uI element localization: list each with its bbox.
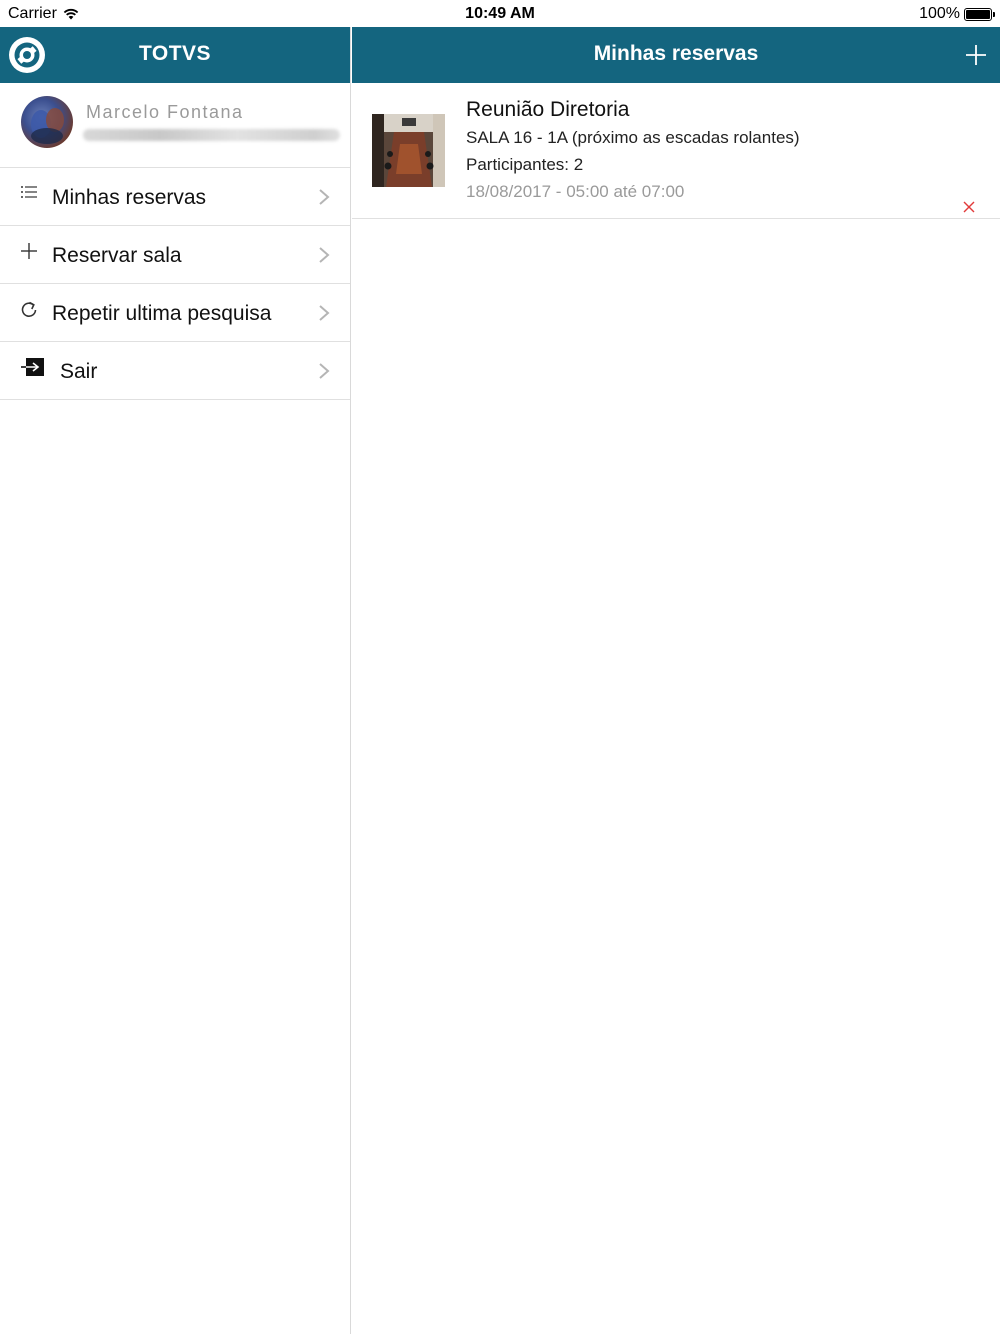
content-header: Minhas reservas (352, 27, 1000, 83)
reservation-title: Reunião Diretoria (466, 98, 630, 121)
status-bar: Carrier 10:49 AM 100% (0, 0, 1000, 27)
reservation-participants: Participantes: 2 (466, 155, 584, 174)
battery-percentage: 100% (919, 5, 960, 22)
refresh-icon (21, 301, 37, 317)
chevron-right-icon (319, 247, 330, 263)
menu-item-reservar-sala[interactable]: Reservar sala (0, 226, 350, 284)
chevron-right-icon (319, 363, 330, 379)
add-reservation-button[interactable] (964, 43, 988, 67)
reservation-datetime: 18/08/2017 - 05:00 até 07:00 (466, 182, 685, 201)
menu-item-label: Minhas reservas (52, 186, 207, 209)
menu-item-label: Reservar sala (52, 244, 182, 267)
user-profile[interactable]: Marcelo Fontana (0, 83, 350, 168)
user-email-redacted (83, 129, 340, 141)
sidebar: TOTVS Marcelo Fontana Minhas reservas Re… (0, 27, 351, 1334)
menu-item-label: Sair (60, 360, 98, 383)
main-content: Minhas reservas Reunião Diretoria SALA 1… (352, 27, 1000, 1334)
page-title: Minhas reservas (593, 42, 759, 65)
chevron-right-icon (319, 189, 330, 205)
logout-icon (21, 358, 44, 376)
sidebar-header: TOTVS (0, 27, 350, 83)
app-title: TOTVS (138, 42, 212, 65)
menu-item-repetir-ultima-pesquisa[interactable]: Repetir ultima pesquisa (0, 284, 350, 342)
status-time: 10:49 AM (465, 5, 535, 22)
menu-item-minhas-reservas[interactable]: Minhas reservas (0, 168, 350, 226)
avatar (21, 96, 73, 148)
list-icon (21, 186, 37, 198)
user-name: Marcelo Fontana (86, 102, 244, 122)
battery-indicator: 100% (919, 5, 995, 23)
menu-item-label: Repetir ultima pesquisa (52, 302, 272, 325)
room-thumbnail (372, 114, 445, 187)
chevron-right-icon (319, 305, 330, 321)
battery-icon (964, 7, 995, 21)
plus-icon (21, 243, 37, 259)
reservation-room: SALA 16 - 1A (próximo as escadas rolante… (466, 128, 800, 147)
menu-item-sair[interactable]: Sair (0, 342, 350, 400)
reservation-list-item[interactable]: Reunião Diretoria SALA 16 - 1A (próximo … (352, 83, 1000, 219)
delete-reservation-button[interactable] (962, 200, 976, 214)
